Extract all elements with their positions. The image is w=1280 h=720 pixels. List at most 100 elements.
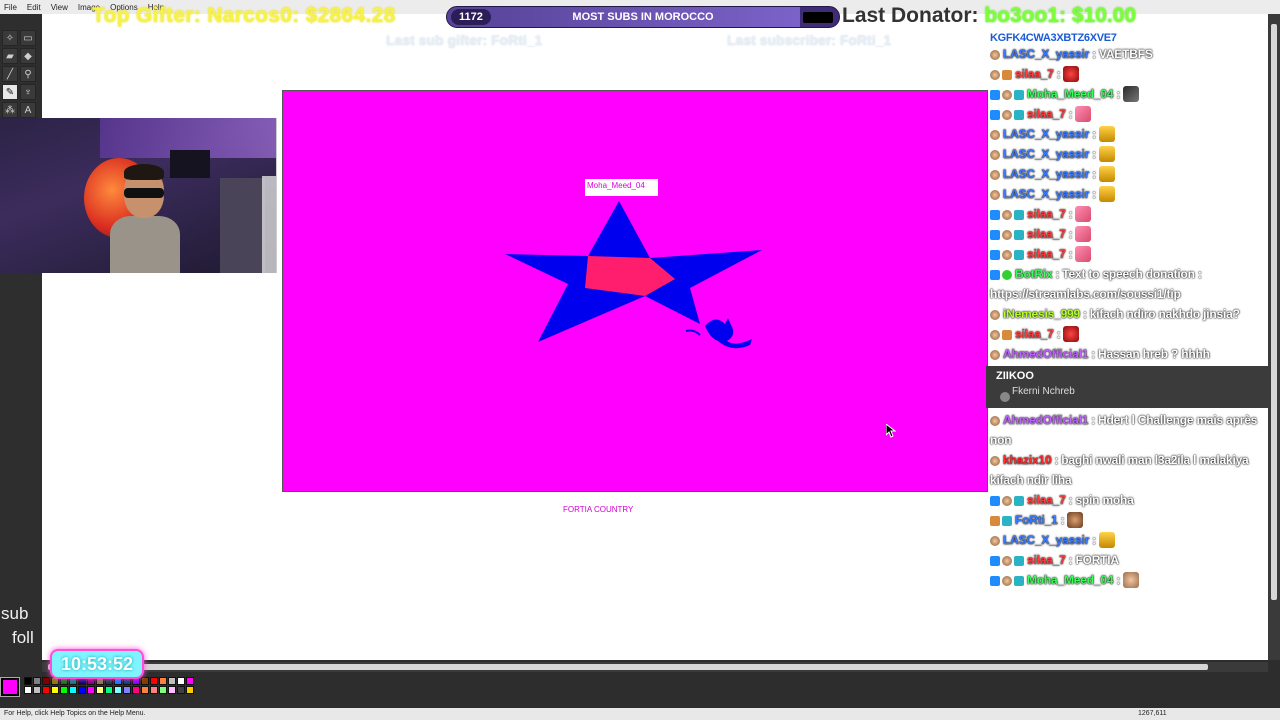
chat-separator: : <box>1068 207 1073 221</box>
airbrush-icon[interactable]: ⁂ <box>2 102 18 118</box>
chat-username[interactable]: silaa_7 <box>1027 493 1066 507</box>
palette-swatch[interactable] <box>96 686 104 694</box>
tool-panel: ✧ ▭ ▰ ◆ ╱ ⚲ ✎ ♆ ⁂ A <box>0 14 42 660</box>
palette-swatch[interactable] <box>150 677 158 685</box>
chat-username[interactable]: silaa_7 <box>1027 247 1066 261</box>
palette-swatch[interactable] <box>78 686 86 694</box>
chat-separator: : <box>1091 347 1096 361</box>
sub-badge-icon <box>1002 516 1012 526</box>
palette-swatch[interactable] <box>168 686 176 694</box>
palette-swatch[interactable] <box>105 686 113 694</box>
chat-message: silaa_7: <box>988 64 1270 84</box>
palette-swatch[interactable] <box>33 677 41 685</box>
pencil-icon[interactable]: ✎ <box>2 84 18 100</box>
palette-swatch[interactable] <box>132 686 140 694</box>
text-icon[interactable]: A <box>20 102 36 118</box>
sub-badge-icon <box>1014 230 1024 240</box>
round-badge-icon <box>990 350 1000 360</box>
chat-username[interactable]: AhmedOfficial1 <box>1003 347 1088 361</box>
chat-username[interactable]: silaa_7 <box>1027 207 1066 221</box>
chat-text: kifach ndiro nakhdo jinsia? <box>1089 307 1240 321</box>
chat-message: LASC_X_yassir: <box>988 144 1270 164</box>
alert-icon <box>1000 392 1010 402</box>
palette-swatch[interactable] <box>87 686 95 694</box>
palette-swatch[interactable] <box>123 686 131 694</box>
chat-message: LASC_X_yassir: VAETBFS <box>988 44 1270 64</box>
chat-username[interactable]: Moha_Meed_04 <box>1027 573 1114 587</box>
brush-icon[interactable]: ♆ <box>20 84 36 100</box>
canvas-caption: FORTIA COUNTRY <box>563 505 634 514</box>
chat-separator: : <box>1056 67 1061 81</box>
chat-username[interactable]: silaa_7 <box>1015 327 1054 341</box>
chat-username[interactable]: LASC_X_yassir <box>1003 127 1089 141</box>
status-help: For Help, click Help Topics on the Help … <box>4 710 146 717</box>
badge-group <box>990 270 1012 280</box>
badge-group <box>990 110 1024 120</box>
emote-icon <box>1098 126 1115 142</box>
sub-badge-icon <box>1014 250 1024 260</box>
chat-username[interactable]: silaa_7 <box>1027 553 1066 567</box>
palette-swatch[interactable] <box>177 686 185 694</box>
chat-username[interactable]: Moha_Meed_04 <box>1027 87 1114 101</box>
palette-swatch[interactable] <box>42 686 50 694</box>
chat-username[interactable]: FoRti_1 <box>1015 513 1058 527</box>
palette-swatch[interactable] <box>177 677 185 685</box>
palette-swatch[interactable] <box>150 686 158 694</box>
palette-swatch[interactable] <box>186 686 194 694</box>
chat-username[interactable]: iNemesis_999 <box>1003 307 1080 321</box>
badge-group <box>990 230 1024 240</box>
prime-badge-icon <box>990 110 1000 120</box>
eyedropper-icon[interactable]: ╱ <box>2 66 18 82</box>
free-select-icon[interactable]: ✧ <box>2 30 18 46</box>
chat-username[interactable]: BotRix <box>1015 267 1053 281</box>
badge-group <box>990 330 1012 340</box>
palette-swatch[interactable] <box>69 686 77 694</box>
round-badge-icon <box>990 330 1000 340</box>
menu-edit[interactable]: Edit <box>27 3 41 12</box>
emote-icon <box>1063 326 1080 342</box>
palette-swatch[interactable] <box>141 677 149 685</box>
select-icon[interactable]: ▭ <box>20 30 36 46</box>
palette-swatch[interactable] <box>141 686 149 694</box>
palette-swatch[interactable] <box>60 686 68 694</box>
chat-username[interactable]: AhmedOfficial1 <box>1003 413 1088 427</box>
chat-username[interactable]: LASC_X_yassir <box>1003 147 1089 161</box>
palette-swatch[interactable] <box>159 686 167 694</box>
palette-swatch[interactable] <box>186 677 194 685</box>
emote-icon <box>1123 86 1140 102</box>
chat-separator: : <box>1054 453 1059 467</box>
chat-username[interactable]: silaa_7 <box>1027 227 1066 241</box>
chat-username[interactable]: LASC_X_yassir <box>1003 167 1089 181</box>
palette-swatch[interactable] <box>33 686 41 694</box>
palette-swatch[interactable] <box>114 686 122 694</box>
vertical-scroll-thumb[interactable] <box>1271 24 1277 600</box>
chat-username[interactable]: LASC_X_yassir <box>1003 533 1089 547</box>
palette-swatch[interactable] <box>51 686 59 694</box>
magnifier-icon[interactable]: ⚲ <box>20 66 36 82</box>
palette-swatch[interactable] <box>159 677 167 685</box>
menu-file[interactable]: File <box>4 3 17 12</box>
chat-username[interactable]: khazix10 <box>1003 453 1052 467</box>
palette-swatch[interactable] <box>42 677 50 685</box>
chat-text: FORTIA <box>1075 553 1119 567</box>
chat-separator: : <box>1056 327 1061 341</box>
chat-separator: : <box>1092 167 1096 181</box>
prime-badge-icon <box>990 90 1000 100</box>
emote-icon <box>1075 246 1092 262</box>
chat-separator: : <box>1116 573 1121 587</box>
fill-icon[interactable]: ◆ <box>20 48 36 64</box>
eraser-icon[interactable]: ▰ <box>2 48 18 64</box>
round-badge-icon <box>1002 496 1012 506</box>
status-coords: 1267,611 <box>1138 710 1167 717</box>
menu-view[interactable]: View <box>51 3 68 12</box>
chat-username[interactable]: silaa_7 <box>1027 107 1066 121</box>
chat-username[interactable]: LASC_X_yassir <box>1003 47 1089 61</box>
chat-username[interactable]: LASC_X_yassir <box>1003 187 1089 201</box>
sub-badge-icon <box>1014 496 1024 506</box>
badge-group <box>990 350 1000 360</box>
palette-swatch[interactable] <box>24 686 32 694</box>
palette-swatch[interactable] <box>168 677 176 685</box>
chat-username[interactable]: silaa_7 <box>1015 67 1054 81</box>
palette-swatch[interactable] <box>24 677 32 685</box>
current-color[interactable] <box>0 677 20 697</box>
